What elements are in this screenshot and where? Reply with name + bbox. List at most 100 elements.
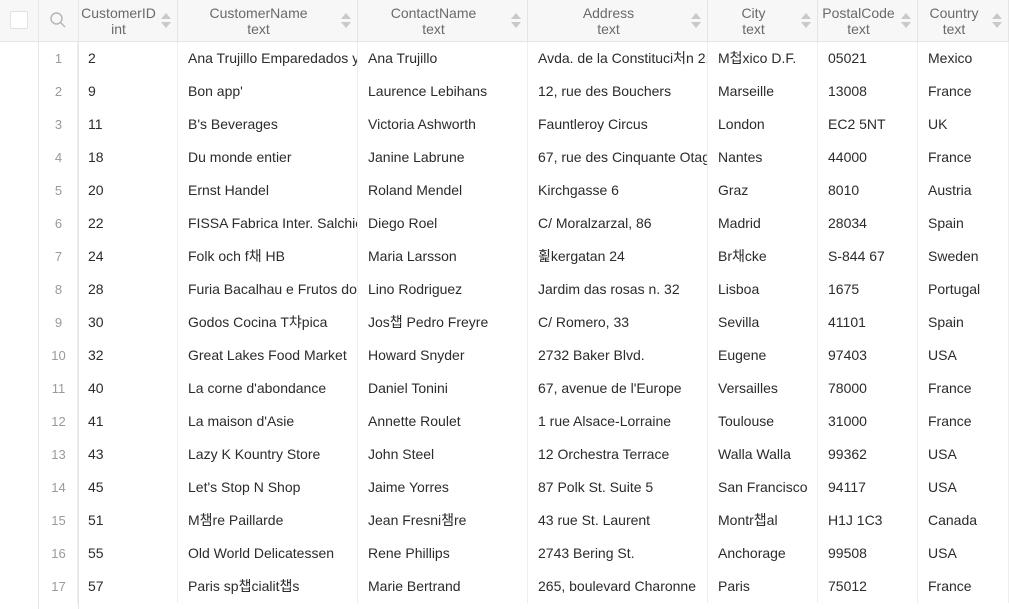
table-row[interactable]: 14 45 Let's Stop N Shop Jaime Yorres 87 Polk… — [0, 471, 1009, 504]
column-header-contactname[interactable]: ContactName text — [358, 0, 528, 41]
cell-postalcode[interactable]: 99362 — [818, 438, 918, 471]
cell-address[interactable]: C/ Moralzarzal, 86 — [528, 207, 708, 240]
cell-city[interactable]: Toulouse — [708, 405, 818, 438]
cell-country[interactable]: Sweden — [918, 240, 1009, 273]
table-row[interactable]: 12 41 La maison d'Asie Annette Roulet 1 rue … — [0, 405, 1009, 438]
cell-country[interactable]: Portugal — [918, 273, 1009, 306]
cell-address[interactable]: 87 Polk St. Suite 5 — [528, 471, 708, 504]
cell-city[interactable]: Montr챕al — [708, 504, 818, 537]
cell-contactname[interactable]: Ana Trujillo — [358, 42, 528, 75]
cell-country[interactable]: France — [918, 405, 1009, 438]
cell-customername[interactable]: Bon app' — [178, 75, 358, 108]
cell-postalcode[interactable]: S-844 67 — [818, 240, 918, 273]
table-row[interactable]: 7 24 Folk och f채 HB Maria Larsson 횙kergatan … — [0, 240, 1009, 273]
cell-address[interactable]: Fauntleroy Circus — [528, 108, 708, 141]
cell-postalcode[interactable]: EC2 5NT — [818, 108, 918, 141]
cell-customername[interactable]: M챔re Paillarde — [178, 504, 358, 537]
table-row[interactable]: 5 20 Ernst Handel Roland Mendel Kirchgasse 6… — [0, 174, 1009, 207]
cell-customerid[interactable]: 18 — [78, 141, 178, 174]
sort-icon[interactable] — [511, 13, 521, 29]
cell-customerid[interactable]: 40 — [78, 372, 178, 405]
cell-city[interactable]: Walla Walla — [708, 438, 818, 471]
cell-country[interactable]: France — [918, 570, 1009, 603]
cell-contactname[interactable]: Marie Bertrand — [358, 570, 528, 603]
table-row[interactable]: 9 30 Godos Cocina T챠pica Jos챕 Pedro Freyre C… — [0, 306, 1009, 339]
cell-country[interactable]: Spain — [918, 306, 1009, 339]
cell-contactname[interactable]: Annette Roulet — [358, 405, 528, 438]
cell-postalcode[interactable]: 94117 — [818, 471, 918, 504]
cell-postalcode[interactable]: 13008 — [818, 75, 918, 108]
cell-address[interactable]: 67, avenue de l'Europe — [528, 372, 708, 405]
table-row[interactable]: 11 40 La corne d'abondance Daniel Tonini 67,… — [0, 372, 1009, 405]
cell-city[interactable]: Nantes — [708, 141, 818, 174]
column-header-city[interactable]: City text — [708, 0, 818, 41]
cell-address[interactable]: Kirchgasse 6 — [528, 174, 708, 207]
cell-country[interactable]: USA — [918, 438, 1009, 471]
table-row[interactable]: 15 51 M챔re Paillarde Jean Fresni챔re 43 rue S… — [0, 504, 1009, 537]
cell-city[interactable]: Sevilla — [708, 306, 818, 339]
cell-city[interactable]: Eugene — [708, 339, 818, 372]
cell-customername[interactable]: Du monde entier — [178, 141, 358, 174]
table-row[interactable]: 3 11 B's Beverages Victoria Ashworth Fauntle… — [0, 108, 1009, 141]
cell-customerid[interactable]: 32 — [78, 339, 178, 372]
cell-contactname[interactable]: Victoria Ashworth — [358, 108, 528, 141]
cell-postalcode[interactable]: 05021 — [818, 42, 918, 75]
cell-address[interactable]: 265, boulevard Charonne — [528, 570, 708, 603]
table-row[interactable]: 10 32 Great Lakes Food Market Howard Snyder… — [0, 339, 1009, 372]
sort-icon[interactable] — [992, 13, 1002, 29]
cell-customerid[interactable]: 24 — [78, 240, 178, 273]
cell-contactname[interactable]: Rene Phillips — [358, 537, 528, 570]
cell-city[interactable]: London — [708, 108, 818, 141]
cell-customerid[interactable]: 2 — [78, 42, 178, 75]
cell-address[interactable]: Jardim das rosas n. 32 — [528, 273, 708, 306]
cell-contactname[interactable]: Janine Labrune — [358, 141, 528, 174]
column-header-address[interactable]: Address text — [528, 0, 708, 41]
cell-customerid[interactable]: 11 — [78, 108, 178, 141]
select-all-checkbox[interactable] — [10, 11, 28, 29]
cell-contactname[interactable]: Maria Larsson — [358, 240, 528, 273]
cell-country[interactable]: UK — [918, 108, 1009, 141]
cell-city[interactable]: Lisboa — [708, 273, 818, 306]
cell-customerid[interactable]: 22 — [78, 207, 178, 240]
cell-contactname[interactable]: Howard Snyder — [358, 339, 528, 372]
cell-contactname[interactable]: Jos챕 Pedro Freyre — [358, 306, 528, 339]
sort-icon[interactable] — [901, 13, 911, 29]
cell-postalcode[interactable]: 41101 — [818, 306, 918, 339]
cell-customername[interactable]: Folk och f채 HB — [178, 240, 358, 273]
cell-customername[interactable]: La corne d'abondance — [178, 372, 358, 405]
cell-city[interactable]: Marseille — [708, 75, 818, 108]
cell-city[interactable]: Madrid — [708, 207, 818, 240]
cell-postalcode[interactable]: H1J 1C3 — [818, 504, 918, 537]
cell-contactname[interactable]: John Steel — [358, 438, 528, 471]
cell-postalcode[interactable]: 78000 — [818, 372, 918, 405]
table-row[interactable]: 16 55 Old World Delicatessen Rene Phillips 2… — [0, 537, 1009, 570]
cell-address[interactable]: 67, rue des Cinquante Otag — [528, 141, 708, 174]
table-row[interactable]: 4 18 Du monde entier Janine Labrune 67, rue … — [0, 141, 1009, 174]
column-header-postalcode[interactable]: PostalCode text — [818, 0, 918, 41]
cell-customerid[interactable]: 51 — [78, 504, 178, 537]
cell-contactname[interactable]: Diego Roel — [358, 207, 528, 240]
cell-postalcode[interactable]: 1675 — [818, 273, 918, 306]
table-row[interactable]: 17 57 Paris sp챕cialit챕s Marie Bertrand 265, … — [0, 570, 1009, 603]
cell-contactname[interactable]: Lino Rodriguez — [358, 273, 528, 306]
cell-city[interactable]: M첩xico D.F. — [708, 42, 818, 75]
cell-customerid[interactable]: 41 — [78, 405, 178, 438]
cell-country[interactable]: France — [918, 141, 1009, 174]
cell-customerid[interactable]: 9 — [78, 75, 178, 108]
cell-customername[interactable]: B's Beverages — [178, 108, 358, 141]
cell-country[interactable]: USA — [918, 537, 1009, 570]
cell-customerid[interactable]: 30 — [78, 306, 178, 339]
cell-address[interactable]: 횙kergatan 24 — [528, 240, 708, 273]
cell-customername[interactable]: Paris sp챕cialit챕s — [178, 570, 358, 603]
cell-contactname[interactable]: Daniel Tonini — [358, 372, 528, 405]
cell-contactname[interactable]: Jaime Yorres — [358, 471, 528, 504]
sort-icon[interactable] — [801, 13, 811, 29]
cell-customerid[interactable]: 20 — [78, 174, 178, 207]
table-row[interactable]: 13 43 Lazy K Kountry Store John Steel 12 Orc… — [0, 438, 1009, 471]
cell-country[interactable]: Mexico — [918, 42, 1009, 75]
cell-country[interactable]: Canada — [918, 504, 1009, 537]
cell-postalcode[interactable]: 99508 — [818, 537, 918, 570]
cell-postalcode[interactable]: 28034 — [818, 207, 918, 240]
cell-postalcode[interactable]: 97403 — [818, 339, 918, 372]
cell-address[interactable]: Avda. de la Constituci처n 2. — [528, 42, 708, 75]
